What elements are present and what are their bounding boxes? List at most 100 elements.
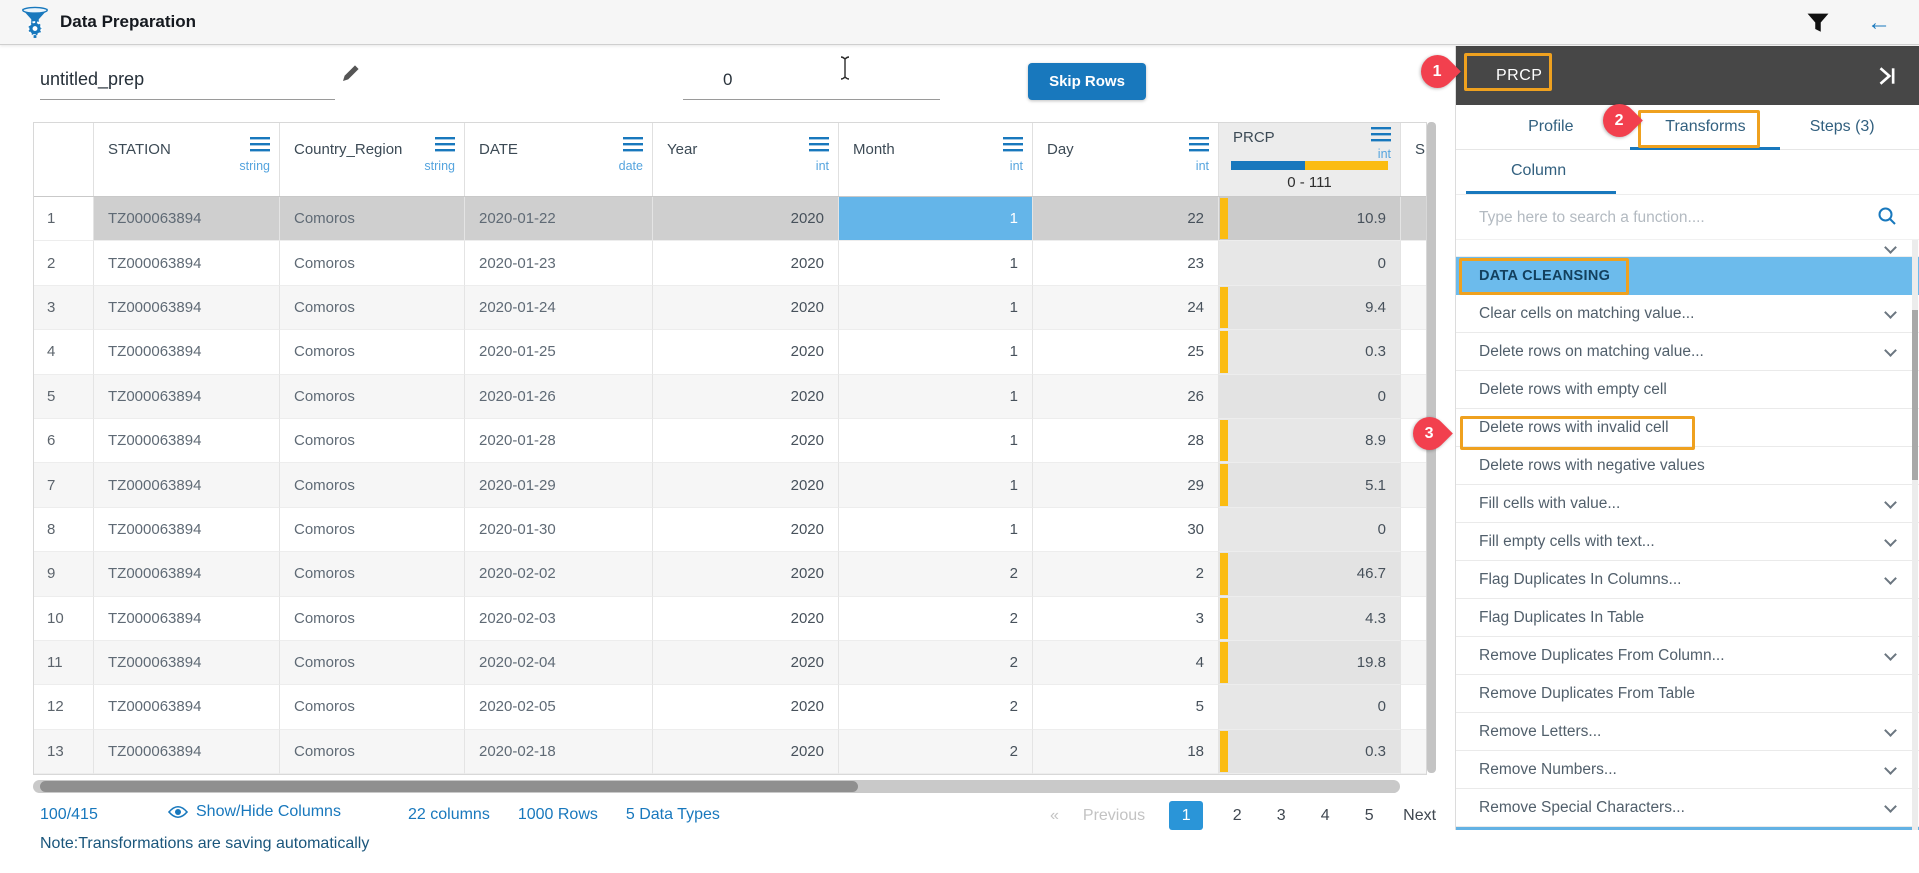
page-button-2[interactable]: 2 (1227, 807, 1247, 825)
next-page-button[interactable]: Next (1403, 807, 1436, 825)
column-header-prcp[interactable]: PRCPint0 - 111 (1219, 123, 1401, 196)
transform-item[interactable]: Delete rows with empty cell (1456, 371, 1919, 409)
cell-row-number[interactable]: 12 (34, 685, 94, 729)
cell-year[interactable]: 2020 (653, 463, 839, 507)
column-menu-icon[interactable] (250, 137, 270, 152)
table-row[interactable]: 1TZ000063894Comoros2020-01-22202012210.9 (34, 197, 1426, 241)
cell-date[interactable]: 2020-02-03 (465, 597, 653, 641)
cell-year[interactable]: 2020 (653, 419, 839, 463)
cell-prcp[interactable]: 46.7 (1219, 552, 1401, 596)
cell-station[interactable]: TZ000063894 (94, 597, 280, 641)
cell-year[interactable]: 2020 (653, 197, 839, 241)
cell-row-number[interactable]: 5 (34, 375, 94, 419)
cell-row-number[interactable]: 7 (34, 463, 94, 507)
prep-name-input[interactable] (40, 60, 335, 100)
column-menu-icon[interactable] (1003, 137, 1023, 152)
edit-pencil-icon[interactable] (340, 62, 362, 84)
column-header-country_region[interactable]: Country_Regionstring (280, 123, 465, 196)
cell-row-number[interactable]: 4 (34, 330, 94, 374)
transform-item[interactable]: Delete rows with negative values (1456, 447, 1919, 485)
cell-date[interactable]: 2020-01-25 (465, 330, 653, 374)
cell-month[interactable]: 1 (839, 330, 1033, 374)
transform-item[interactable]: Remove Duplicates From Table (1456, 675, 1919, 713)
cell-prcp[interactable]: 10.9 (1219, 197, 1401, 241)
tab-steps-[interactable]: Steps (3) (1765, 105, 1919, 149)
cell-prcp[interactable]: 0 (1219, 508, 1401, 552)
collapse-panel-icon[interactable] (1875, 65, 1897, 87)
column-header-s[interactable]: S (1401, 123, 1426, 196)
cell-station[interactable]: TZ000063894 (94, 330, 280, 374)
cell-day[interactable]: 26 (1033, 375, 1219, 419)
cell-month[interactable]: 1 (839, 508, 1033, 552)
cell-overflow[interactable] (1401, 463, 1426, 507)
table-row[interactable]: 4TZ000063894Comoros2020-01-2520201250.3 (34, 330, 1426, 374)
column-header-day[interactable]: Dayint (1033, 123, 1219, 196)
skip-rows-button[interactable]: Skip Rows (1028, 63, 1146, 100)
cell-year[interactable]: 2020 (653, 685, 839, 729)
cell-prcp[interactable]: 9.4 (1219, 286, 1401, 330)
page-button-4[interactable]: 4 (1315, 807, 1335, 825)
transform-item[interactable]: Clear cells on matching value... (1456, 295, 1919, 333)
cell-day[interactable]: 24 (1033, 286, 1219, 330)
cell-month[interactable]: 1 (839, 241, 1033, 285)
cell-date[interactable]: 2020-02-04 (465, 641, 653, 685)
cell-row-number[interactable]: 1 (34, 197, 94, 241)
prev-page-icon[interactable]: « (1050, 807, 1059, 825)
cell-prcp[interactable]: 0.3 (1219, 330, 1401, 374)
cell-month[interactable]: 2 (839, 685, 1033, 729)
cell-station[interactable]: TZ000063894 (94, 286, 280, 330)
cell-year[interactable]: 2020 (653, 330, 839, 374)
partially-scrolled-item[interactable] (1456, 240, 1919, 257)
cell-year[interactable]: 2020 (653, 375, 839, 419)
cell-date[interactable]: 2020-02-18 (465, 730, 653, 774)
panel-scrollbar-thumb[interactable] (1912, 310, 1918, 480)
transform-item[interactable]: Delete rows on matching value... (1456, 333, 1919, 371)
cell-country-region[interactable]: Comoros (280, 641, 465, 685)
cell-row-number[interactable]: 13 (34, 730, 94, 774)
cell-overflow[interactable] (1401, 508, 1426, 552)
filter-icon[interactable] (1807, 13, 1829, 33)
cell-overflow[interactable] (1401, 197, 1426, 241)
cell-country-region[interactable]: Comoros (280, 730, 465, 774)
page-button-3[interactable]: 3 (1271, 807, 1291, 825)
cell-date[interactable]: 2020-01-22 (465, 197, 653, 241)
page-button-1[interactable]: 1 (1169, 801, 1203, 830)
cell-overflow[interactable] (1401, 330, 1426, 374)
table-row[interactable]: 5TZ000063894Comoros2020-01-2620201260 (34, 375, 1426, 419)
cell-prcp[interactable]: 0.3 (1219, 730, 1401, 774)
cell-month[interactable]: 1 (839, 419, 1033, 463)
cell-station[interactable]: TZ000063894 (94, 730, 280, 774)
column-header-year[interactable]: Yearint (653, 123, 839, 196)
cell-country-region[interactable]: Comoros (280, 463, 465, 507)
cell-station[interactable]: TZ000063894 (94, 685, 280, 729)
cell-station[interactable]: TZ000063894 (94, 197, 280, 241)
table-row[interactable]: 11TZ000063894Comoros2020-02-0420202419.8 (34, 641, 1426, 685)
cell-station[interactable]: TZ000063894 (94, 641, 280, 685)
cell-row-number[interactable]: 3 (34, 286, 94, 330)
cell-overflow[interactable] (1401, 241, 1426, 285)
cell-row-number[interactable]: 10 (34, 597, 94, 641)
horizontal-scrollbar-thumb[interactable] (40, 781, 858, 792)
cell-prcp[interactable]: 4.3 (1219, 597, 1401, 641)
cell-overflow[interactable] (1401, 375, 1426, 419)
cell-station[interactable]: TZ000063894 (94, 552, 280, 596)
cell-country-region[interactable]: Comoros (280, 552, 465, 596)
transform-item[interactable]: Remove Letters... (1456, 713, 1919, 751)
cell-country-region[interactable]: Comoros (280, 286, 465, 330)
search-icon[interactable] (1877, 206, 1897, 226)
cell-day[interactable]: 25 (1033, 330, 1219, 374)
cell-prcp[interactable]: 19.8 (1219, 641, 1401, 685)
cell-day[interactable]: 22 (1033, 197, 1219, 241)
cell-row-number[interactable]: 11 (34, 641, 94, 685)
cell-day[interactable]: 30 (1033, 508, 1219, 552)
cell-station[interactable]: TZ000063894 (94, 241, 280, 285)
cell-prcp[interactable]: 8.9 (1219, 419, 1401, 463)
cell-year[interactable]: 2020 (653, 286, 839, 330)
cell-date[interactable]: 2020-01-24 (465, 286, 653, 330)
cell-prcp[interactable]: 0 (1219, 375, 1401, 419)
page-button-5[interactable]: 5 (1359, 807, 1379, 825)
transform-item[interactable]: Remove Special Characters... (1456, 789, 1919, 827)
cell-prcp[interactable]: 5.1 (1219, 463, 1401, 507)
column-header-date[interactable]: DATEdate (465, 123, 653, 196)
transform-item[interactable]: Remove Numbers... (1456, 751, 1919, 789)
